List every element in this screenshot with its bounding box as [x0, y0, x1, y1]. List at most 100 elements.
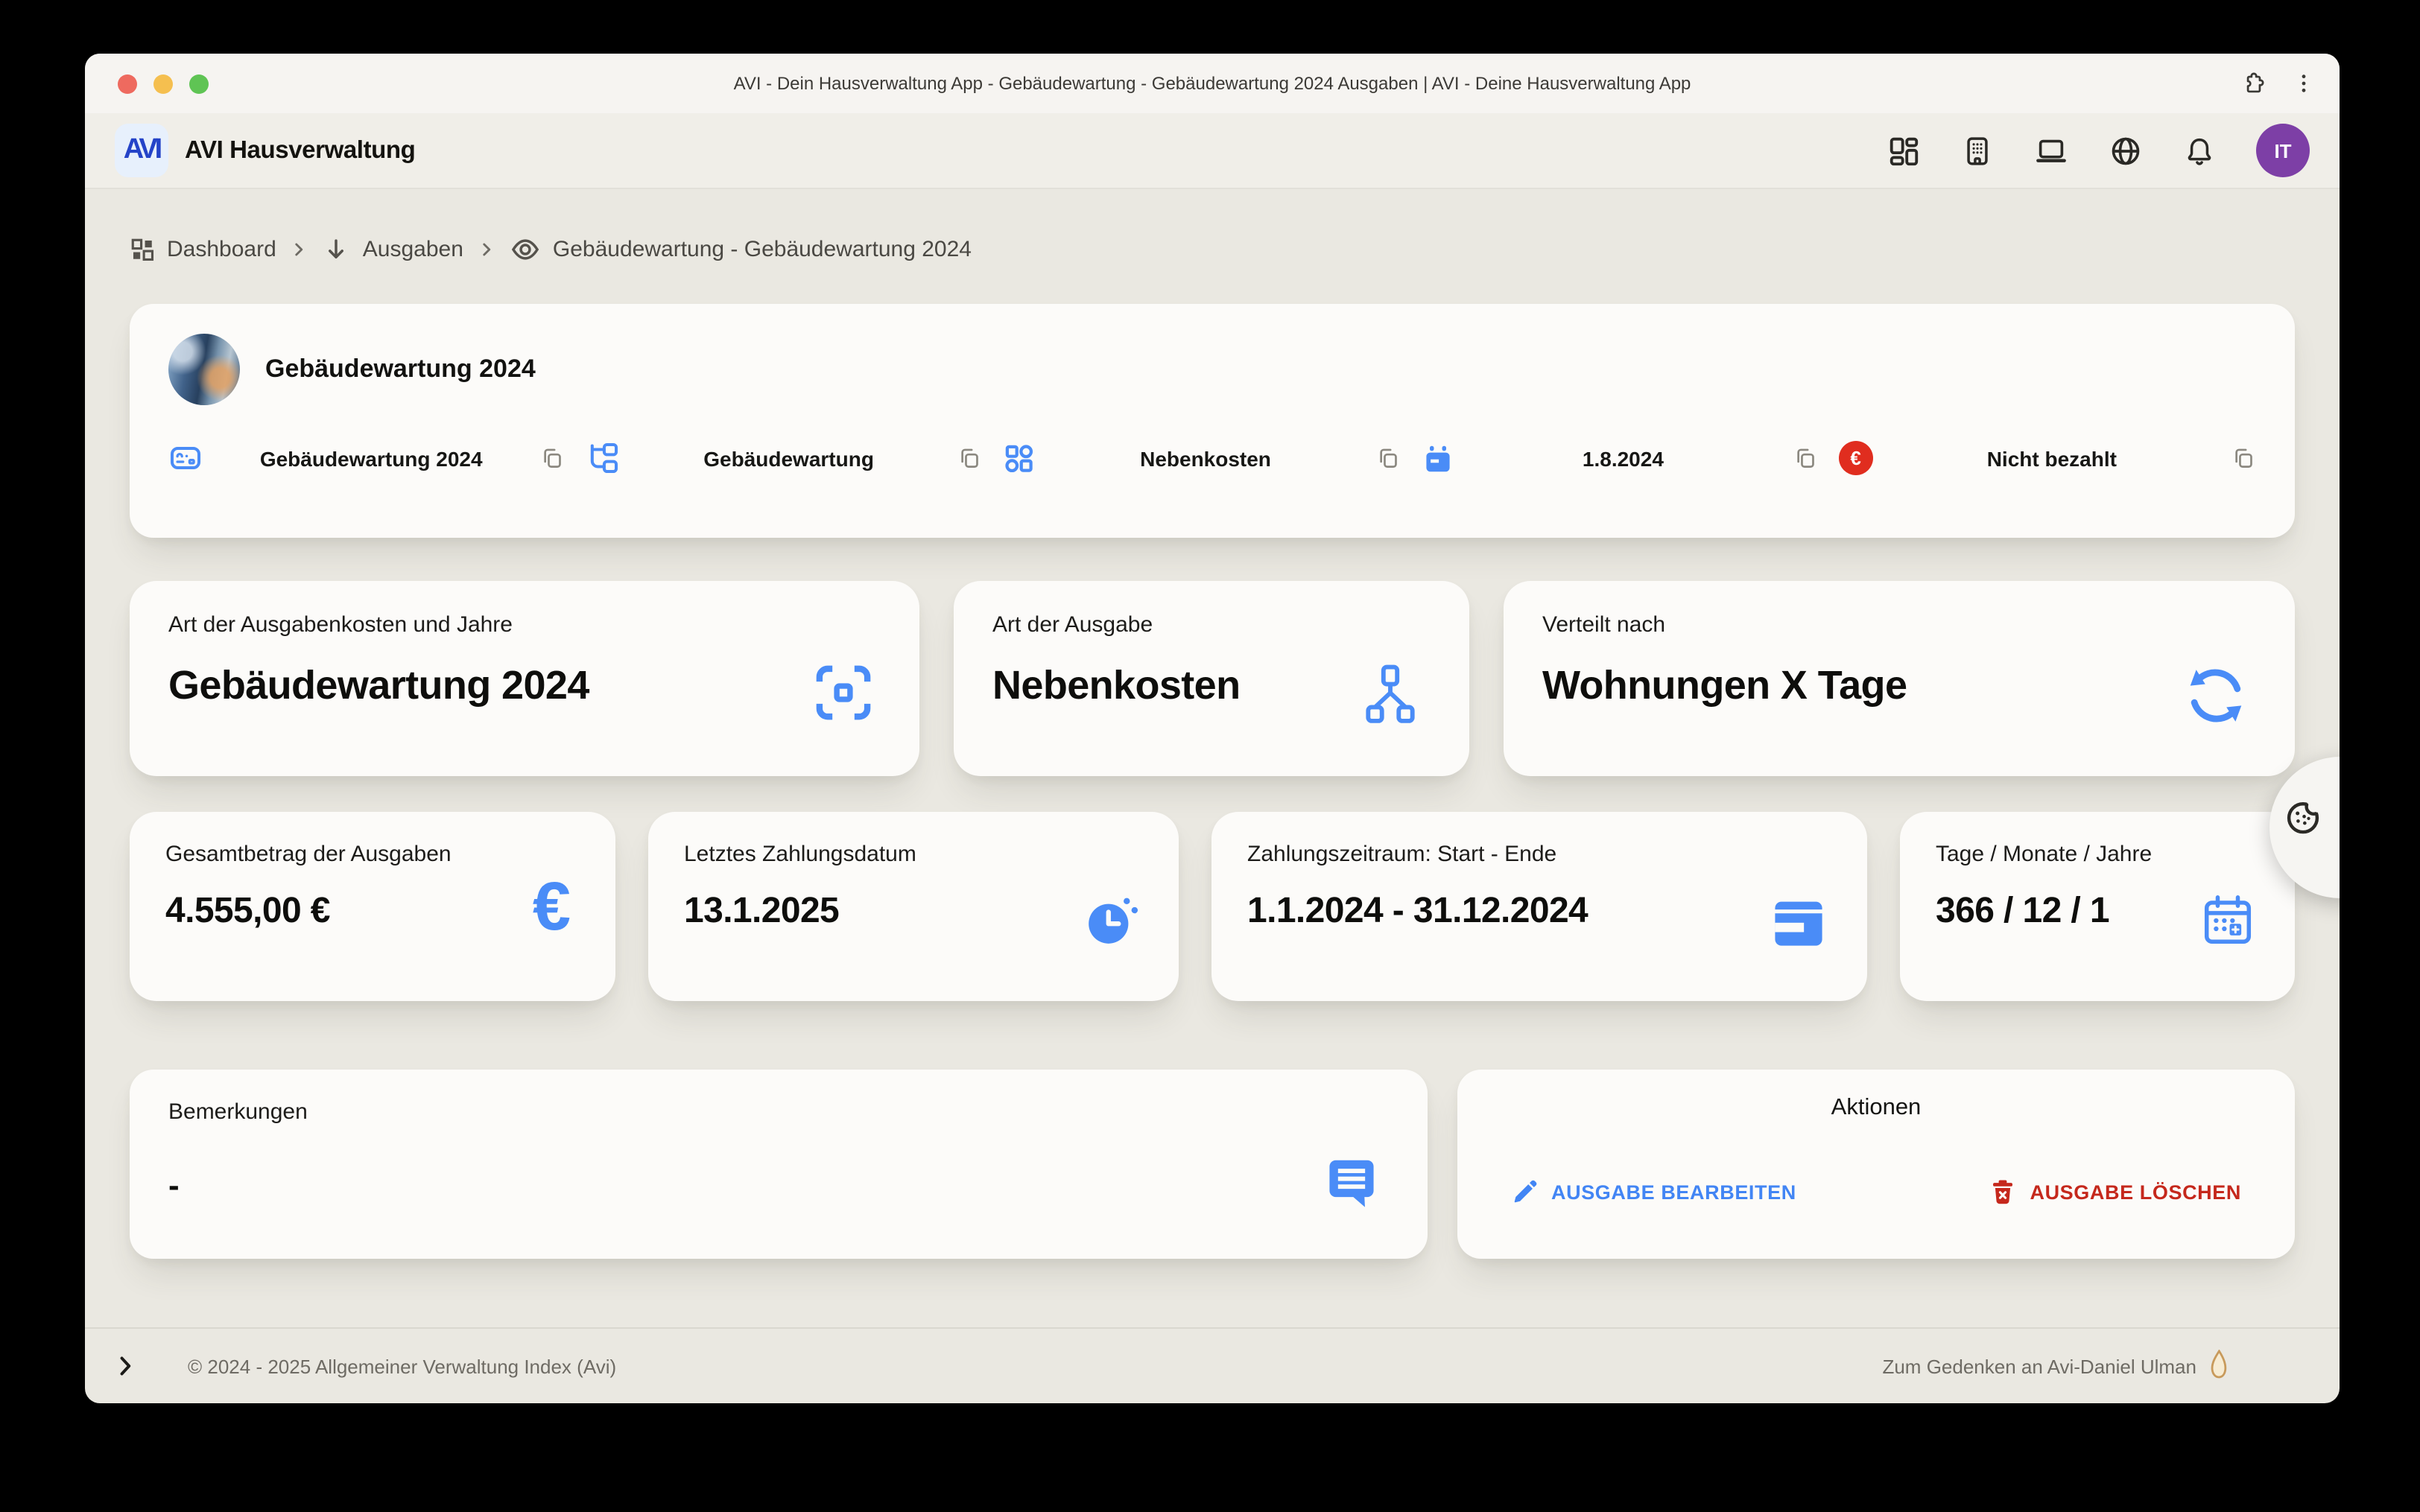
close-window-button[interactable] [118, 74, 137, 93]
info-card-label: Art der Ausgabenkosten und Jahre [168, 612, 881, 638]
browser-window: AVI - Dein Hausverwaltung App - Gebäudew… [85, 54, 2340, 1403]
notifications-bell-icon[interactable] [2183, 133, 2216, 168]
stat-card-label: Letztes Zahlungsdatum [684, 842, 1143, 867]
stat-card-days-months-years: Tage / Monate / Jahre 366 / 12 / 1 [1900, 812, 2295, 1001]
expense-category-value: Gebäudewartung [632, 446, 945, 470]
edit-expense-label: AUSGABE BEARBEITEN [1551, 1181, 1796, 1203]
building-icon[interactable] [1961, 133, 1994, 168]
breadcrumb-item-current: Gebäudewartung - Gebäudewartung 2024 [553, 237, 972, 262]
extensions-puzzle-icon[interactable] [2241, 71, 2267, 96]
page-content: Dashboard Ausgaben [85, 234, 2340, 1403]
chevron-right-icon [290, 240, 309, 259]
actions-card: Aktionen AUSGABE BEARBEITEN [1457, 1070, 2295, 1259]
field-type: Nebenkosten [1004, 442, 1421, 474]
edit-expense-button[interactable]: AUSGABE BEARBEITEN [1511, 1178, 1796, 1205]
app-name: AVI Hausverwaltung [185, 136, 415, 165]
tree-icon [586, 441, 620, 475]
download-arrow-icon [323, 235, 351, 264]
hierarchy-icon [1356, 661, 1425, 730]
memorial-note: Zum Gedenken an Avi-Daniel Ulman [1882, 1350, 2229, 1382]
breadcrumb-item-ausgaben[interactable]: Ausgaben [363, 237, 463, 262]
copy-icon[interactable] [539, 445, 565, 471]
calendar-icon [1421, 442, 1454, 474]
info-card-expense-type: Art der Ausgabe Nebenkosten [954, 581, 1469, 776]
info-card-value: Gebäudewartung 2024 [168, 663, 881, 709]
stat-card-label: Tage / Monate / Jahre [1936, 842, 2259, 867]
sync-icon [2182, 661, 2250, 730]
field-payment-status: € Nicht bezahlt [1839, 441, 2256, 475]
category-icon [1004, 442, 1036, 474]
stat-card-value: 13.1.2025 [684, 891, 1143, 933]
pencil-icon [1511, 1178, 1538, 1205]
candle-flame-icon [2208, 1350, 2229, 1382]
browser-tab-title: AVI - Dein Hausverwaltung App - Gebäudew… [734, 73, 1691, 94]
laptop-icon[interactable] [2034, 133, 2068, 168]
field-date: 1.8.2024 [1421, 442, 1838, 474]
euro-badge-glyph: € [1850, 447, 1860, 469]
app-header-actions: IT [1887, 124, 2310, 177]
info-card-label: Verteilt nach [1542, 612, 2256, 638]
notes-value: - [168, 1166, 1389, 1205]
page-footer: © 2024 - 2025 Allgemeiner Verwaltung Ind… [85, 1327, 2340, 1382]
info-card-distribution: Verteilt nach Wohnungen X Tage [1504, 581, 2295, 776]
dashboard-grid-icon[interactable] [1887, 133, 1921, 168]
stat-card-total: Gesamtbetrag der Ausgaben 4.555,00 € € [130, 812, 615, 1001]
breadcrumb: Dashboard Ausgaben [130, 234, 2295, 265]
zoom-window-button[interactable] [189, 74, 209, 93]
app-logo[interactable]: AVI [115, 124, 168, 177]
euro-icon: € [533, 883, 571, 952]
globe-icon[interactable] [2109, 133, 2143, 168]
chat-icon [1323, 1153, 1380, 1210]
stat-card-payment-period: Zahlungszeitraum: Start - Ende 1.1.2024 … [1211, 812, 1867, 1001]
delete-expense-button[interactable]: AUSGABE LÖSCHEN [1989, 1178, 2241, 1205]
copy-icon[interactable] [1793, 445, 1818, 471]
browser-menu-kebab-icon[interactable] [2292, 72, 2316, 95]
eye-icon [510, 234, 541, 265]
user-avatar[interactable]: IT [2256, 124, 2310, 177]
calendar-days-icon [2199, 892, 2256, 949]
sidebar-expand-chevron-icon[interactable] [112, 1353, 139, 1379]
app-logo-text: AVI [124, 134, 160, 167]
notes-label: Bemerkungen [168, 1099, 1389, 1125]
expense-type-value: Nebenkosten [1048, 446, 1363, 470]
bottom-cards-row: Bemerkungen - Aktionen [130, 1070, 2295, 1259]
stat-card-label: Gesamtbetrag der Ausgaben [165, 842, 580, 867]
cookie-icon [2283, 797, 2323, 845]
info-cards-row: Art der Ausgabenkosten und Jahre Gebäude… [130, 581, 2295, 776]
copy-icon[interactable] [1375, 445, 1400, 471]
expense-date-value: 1.8.2024 [1466, 446, 1780, 470]
actions-title: Aktionen [1511, 1095, 2241, 1122]
expense-name-value: Gebäudewartung 2024 [215, 446, 528, 470]
app-header: AVI AVI Hausverwaltung [85, 113, 2340, 189]
dashboard-icon [130, 237, 155, 262]
stat-cards-row: Gesamtbetrag der Ausgaben 4.555,00 € € L… [130, 812, 2295, 1001]
expense-thumbnail-image [168, 334, 240, 405]
copy-icon[interactable] [2231, 445, 2256, 471]
euro-glyph: € [533, 871, 571, 940]
browser-toolbar-right [2241, 71, 2316, 96]
stat-card-value: 4.555,00 € [165, 891, 580, 933]
field-category: Gebäudewartung [586, 441, 1003, 475]
stat-card-last-payment: Letztes Zahlungsdatum 13.1.2025 [648, 812, 1179, 1001]
delete-expense-label: AUSGABE LÖSCHEN [2030, 1181, 2241, 1203]
euro-badge-icon: € [1839, 441, 1873, 475]
minimize-window-button[interactable] [153, 74, 173, 93]
copy-icon[interactable] [957, 445, 983, 471]
breadcrumb-item-dashboard[interactable]: Dashboard [167, 237, 276, 262]
info-card-label: Art der Ausgabe [992, 612, 1431, 638]
scan-frame-icon [812, 661, 875, 724]
expense-title: Gebäudewartung 2024 [265, 355, 536, 384]
memorial-text: Zum Gedenken an Avi-Daniel Ulman [1882, 1355, 2196, 1377]
notes-card: Bemerkungen - [130, 1070, 1428, 1259]
calendar-range-icon [1769, 892, 1828, 952]
expense-summary-card: Gebäudewartung 2024 [130, 304, 2295, 538]
stat-card-label: Zahlungszeitraum: Start - Ende [1247, 842, 1831, 867]
expense-fields-row: Gebäudewartung 2024 [168, 441, 2256, 475]
screen: AVI - Dein Hausverwaltung App - Gebäudew… [0, 0, 2420, 1512]
payment-status-value: Nicht bezahlt [1885, 446, 2219, 470]
user-avatar-initials: IT [2274, 139, 2291, 162]
browser-titlebar: AVI - Dein Hausverwaltung App - Gebäudew… [85, 54, 2340, 113]
window-controls [118, 74, 209, 93]
timer-icon [1083, 892, 1140, 949]
field-name: Gebäudewartung 2024 [168, 441, 586, 475]
